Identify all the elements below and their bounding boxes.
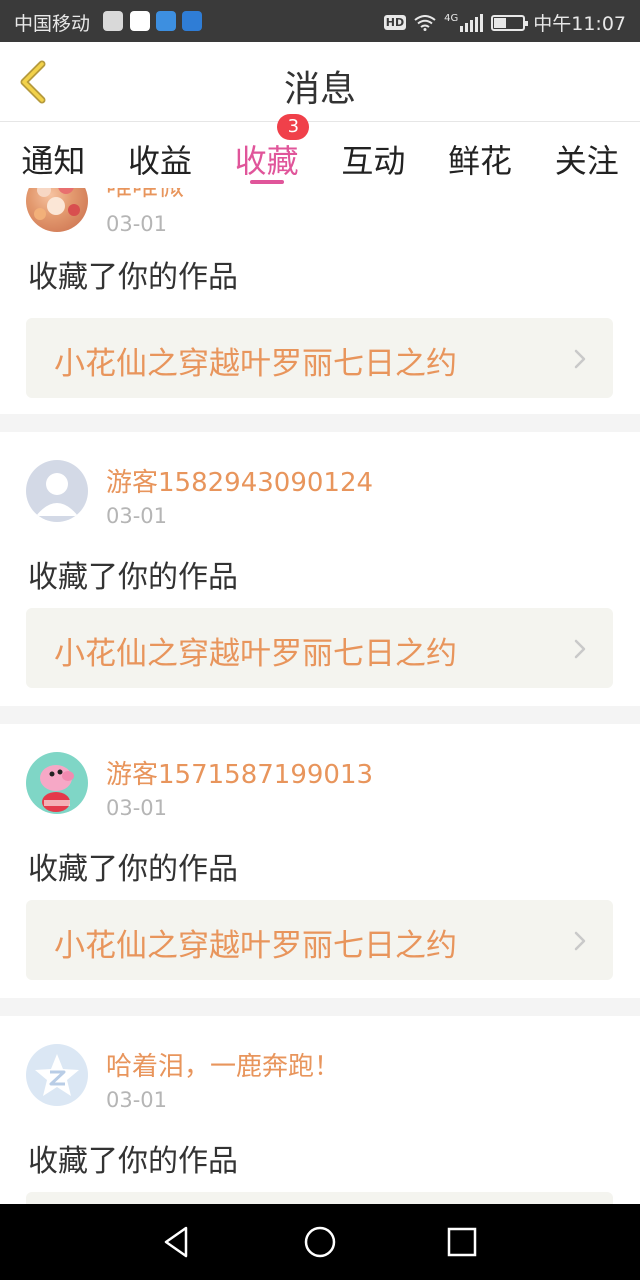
chevron-right-icon (574, 639, 586, 659)
default-user-icon (36, 473, 78, 516)
tab-label: 鲜花 (448, 142, 513, 180)
tab-flowers[interactable]: 鲜花 (427, 122, 534, 188)
activity-app-icon (103, 11, 123, 31)
tab-label: 关注 (554, 142, 619, 180)
browser-app-icon (130, 11, 150, 31)
action-text: 收藏了你的作品 (28, 260, 238, 295)
star-avatar-icon (35, 1054, 79, 1096)
hd-indicator: HD (383, 15, 407, 30)
clock: 中午11:07 (533, 13, 626, 35)
tab-label: 收藏 (234, 142, 299, 180)
unread-badge: 3 (277, 114, 310, 140)
work-link[interactable]: 小花仙之穿越叶罗丽七日之约 (26, 608, 613, 688)
username[interactable]: 哈着泪，一鹿奔跑！ (106, 1046, 340, 1083)
system-nav-bar (0, 1204, 640, 1280)
candy-avatar-image (34, 188, 80, 220)
carrier-name: 中国移动 (14, 13, 91, 35)
tab-following[interactable]: 关注 (533, 122, 640, 188)
tab-notice[interactable]: 通知 (0, 122, 107, 188)
chevron-right-icon (574, 349, 586, 369)
message-app-icon (156, 11, 176, 31)
work-link[interactable]: 小花仙之穿越叶罗丽七日之约 (26, 318, 613, 398)
avatar[interactable] (26, 460, 88, 522)
tab-label: 通知 (21, 142, 86, 180)
tab-label: 收益 (128, 142, 193, 180)
tab-label: 互动 (341, 142, 406, 180)
timestamp: 03-01 (106, 212, 168, 236)
work-link[interactable]: 小花仙之穿越叶罗丽七日之约 (26, 900, 613, 980)
square-recents-icon[interactable] (444, 1224, 480, 1260)
work-link[interactable] (26, 1192, 613, 1204)
username[interactable]: 唯唯微 (106, 188, 184, 203)
status-bar: 中国移动 HD 4G 中午11:07 (0, 0, 640, 42)
action-text: 收藏了你的作品 (28, 560, 238, 595)
tab-bar: 通知 收益 收藏 3 互动 鲜花 关注 (0, 114, 640, 188)
app-header: 消息 (0, 42, 640, 122)
circle-home-icon[interactable] (302, 1224, 338, 1260)
notification-list[interactable]: 唯唯微 03-01 收藏了你的作品 小花仙之穿越叶罗丽七日之约 游客158294… (0, 188, 640, 1204)
active-tab-indicator (249, 180, 284, 184)
network-type: 4G (444, 13, 459, 24)
timestamp: 03-01 (106, 504, 168, 528)
work-title: 小花仙之穿越叶罗丽七日之约 (54, 928, 457, 964)
list-item: 哈着泪，一鹿奔跑！ 03-01 收藏了你的作品 (0, 1016, 640, 1204)
tab-favorites[interactable]: 收藏 3 (213, 114, 320, 188)
timestamp: 03-01 (106, 796, 168, 820)
list-item: 唯唯微 03-01 收藏了你的作品 小花仙之穿越叶罗丽七日之约 (0, 188, 640, 414)
action-text: 收藏了你的作品 (28, 1144, 238, 1179)
pig-avatar-image (40, 765, 74, 812)
work-title: 小花仙之穿越叶罗丽七日之约 (54, 636, 457, 672)
tab-earnings[interactable]: 收益 (107, 122, 214, 188)
username[interactable]: 游客1571587199013 (106, 754, 373, 791)
avatar[interactable] (26, 1044, 88, 1106)
tab-interaction[interactable]: 互动 (320, 122, 427, 188)
triangle-back-icon[interactable] (160, 1224, 196, 1260)
timestamp: 03-01 (106, 1088, 168, 1112)
list-item: 游客1582943090124 03-01 收藏了你的作品 小花仙之穿越叶罗丽七… (0, 432, 640, 706)
list-item: 游客1571587199013 03-01 收藏了你的作品 小花仙之穿越叶罗丽七… (0, 724, 640, 998)
weather-app-icon (182, 11, 202, 31)
battery-icon (491, 14, 529, 31)
chevron-right-icon (574, 931, 586, 951)
avatar[interactable] (26, 752, 88, 814)
signal-icon (460, 13, 484, 32)
page-title: 消息 (283, 69, 356, 110)
username[interactable]: 游客1582943090124 (106, 462, 373, 499)
wifi-icon (414, 14, 436, 31)
action-text: 收藏了你的作品 (28, 852, 238, 887)
work-title: 小花仙之穿越叶罗丽七日之约 (54, 346, 457, 382)
avatar[interactable] (26, 188, 88, 232)
